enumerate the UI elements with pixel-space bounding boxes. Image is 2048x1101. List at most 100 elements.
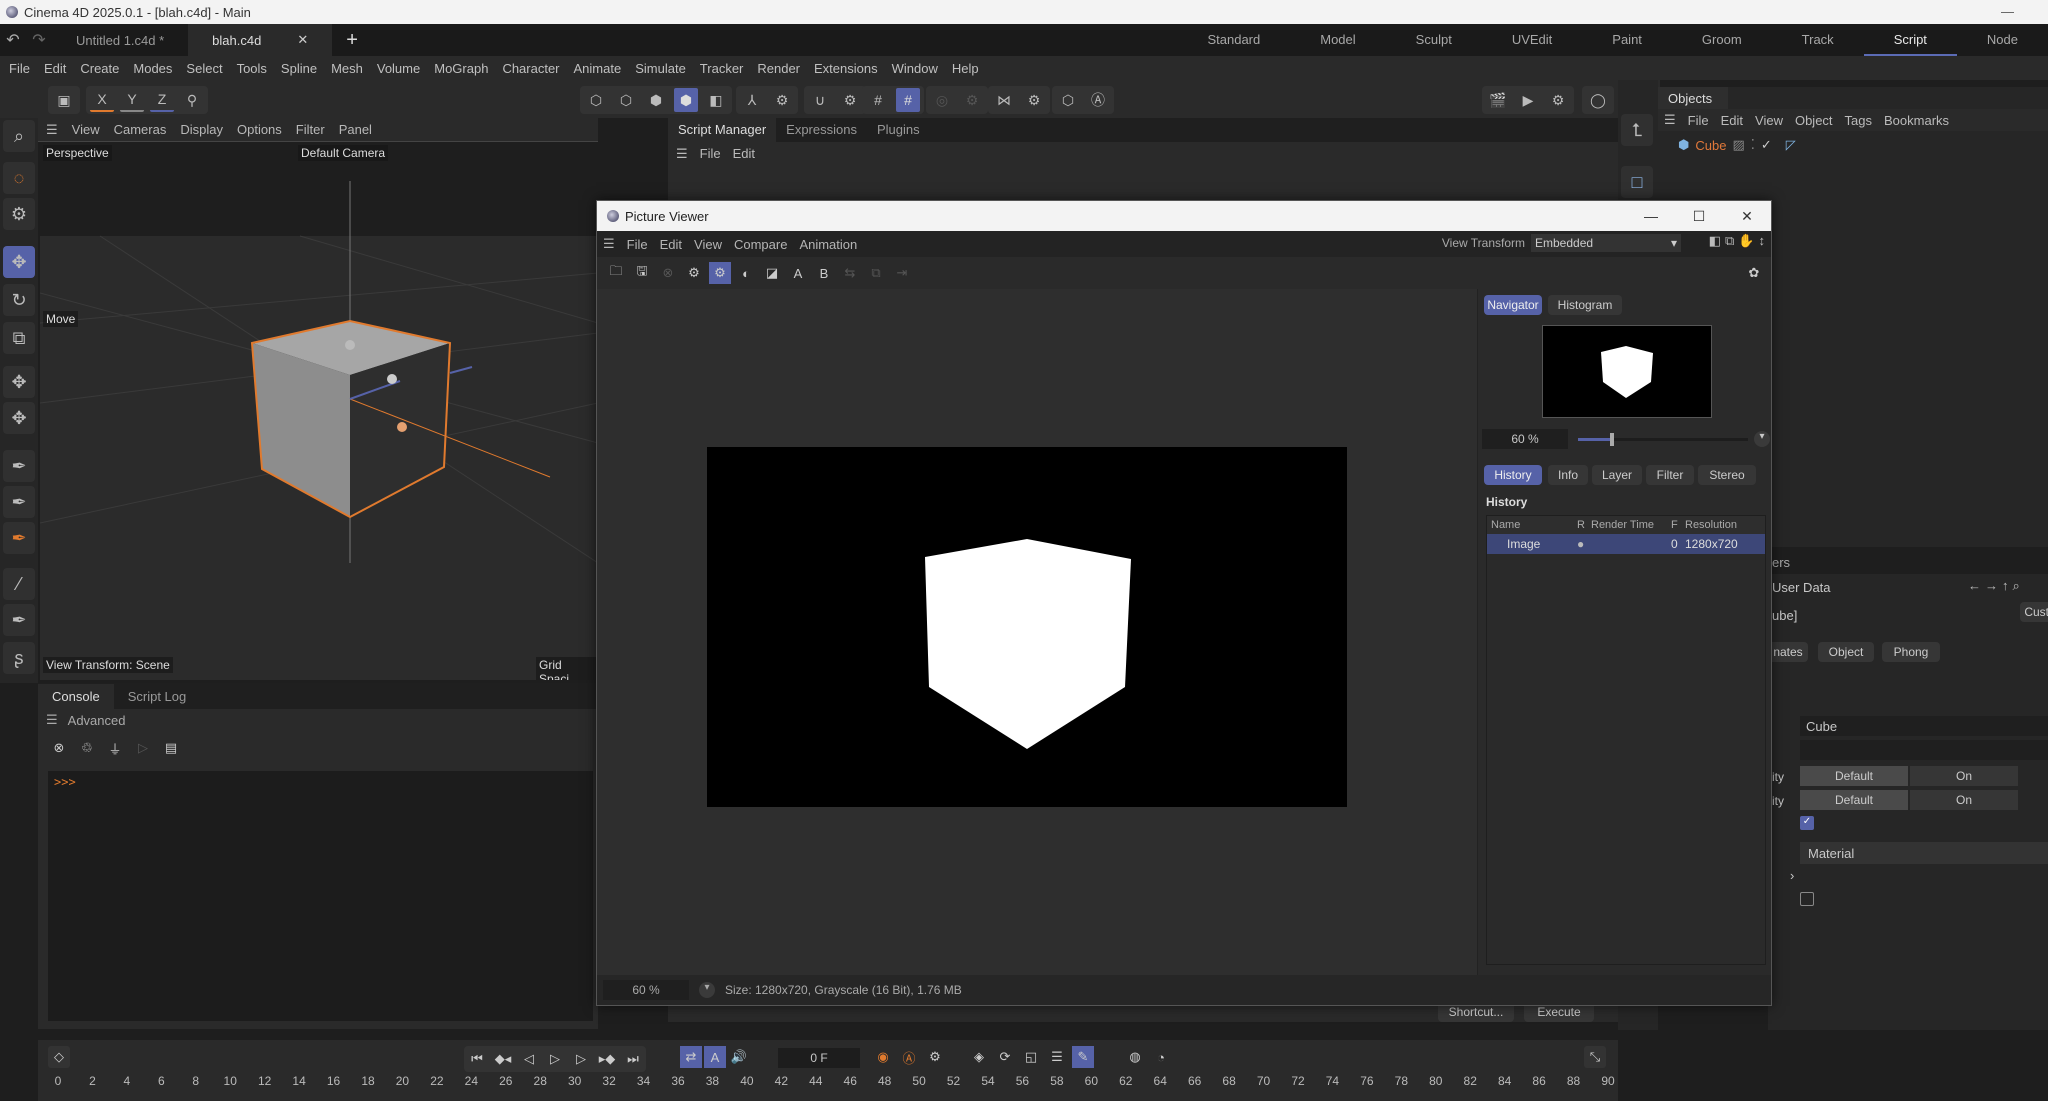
tab-plugins[interactable]: Plugins bbox=[867, 118, 930, 142]
compare-icon[interactable]: ◪ bbox=[761, 262, 783, 284]
document-icon[interactable]: ▤ bbox=[160, 737, 182, 759]
menu-select[interactable]: Select bbox=[186, 61, 222, 76]
obj-menu-object[interactable]: Object bbox=[1795, 113, 1833, 128]
layout-tab-node[interactable]: Node bbox=[1957, 24, 2048, 56]
key-settings-icon[interactable]: ⚙ bbox=[924, 1046, 946, 1068]
col-f[interactable]: F bbox=[1671, 519, 1685, 531]
selection-settings-icon[interactable]: ⚙ bbox=[3, 198, 35, 230]
tab-phong[interactable]: Phong bbox=[1882, 642, 1940, 662]
gear-icon[interactable]: ⚙ bbox=[838, 88, 862, 112]
play-icon[interactable]: ▷ bbox=[544, 1048, 566, 1070]
obj-menu-edit[interactable]: Edit bbox=[1721, 113, 1743, 128]
enabled-check-icon[interactable]: ✓ bbox=[1761, 137, 1772, 153]
doc-tab-blah[interactable]: blah.c4d ✕ bbox=[188, 24, 333, 56]
vp-menu-options[interactable]: Options bbox=[237, 122, 282, 137]
scale-key-icon[interactable]: ◱ bbox=[1020, 1046, 1042, 1068]
layout-tab-track[interactable]: Track bbox=[1772, 24, 1864, 56]
col-name[interactable]: Name bbox=[1487, 519, 1577, 531]
tab-navigator[interactable]: Navigator bbox=[1484, 295, 1542, 315]
menu-hamburger-icon[interactable]: ☰ bbox=[1664, 112, 1676, 128]
next-frame-icon[interactable]: ▷ bbox=[570, 1048, 592, 1070]
pv-image-area[interactable] bbox=[597, 289, 1477, 975]
maximize-button[interactable]: ☐ bbox=[1675, 201, 1723, 231]
layout-tab-sculpt[interactable]: Sculpt bbox=[1386, 24, 1482, 56]
tab-objects[interactable]: Objects bbox=[1658, 87, 1728, 109]
menu-simulate[interactable]: Simulate bbox=[635, 61, 686, 76]
motion-settings-icon[interactable]: ◔ bbox=[1150, 1046, 1172, 1068]
obj-menu-view[interactable]: View bbox=[1755, 113, 1783, 128]
expand-chevron-icon[interactable]: › bbox=[1790, 868, 1794, 883]
camera-name[interactable]: Default Camera bbox=[298, 145, 389, 161]
layout-icon[interactable]: ◧ bbox=[1709, 233, 1721, 249]
close-button[interactable]: ✕ bbox=[1723, 201, 1771, 231]
model-mode-icon[interactable]: ⬢ bbox=[674, 88, 698, 112]
tab-object[interactable]: Object bbox=[1818, 642, 1874, 662]
option-checkbox[interactable] bbox=[1800, 892, 1814, 906]
detach-icon[interactable]: ⧉ bbox=[1725, 233, 1734, 249]
gear-icon[interactable]: ⚙ bbox=[770, 88, 794, 112]
custom-button[interactable]: Custo bbox=[2020, 602, 2048, 622]
spline-point-pen-icon[interactable]: ✒ bbox=[3, 486, 35, 518]
grid-icon[interactable]: # bbox=[866, 88, 890, 112]
scale-tool-icon[interactable]: ⧉ bbox=[3, 322, 35, 354]
gear-icon[interactable]: ⚙ bbox=[960, 88, 984, 112]
tab-filter[interactable]: Filter bbox=[1646, 465, 1694, 485]
previous-key-icon[interactable]: ◆◂ bbox=[492, 1048, 514, 1070]
object-mode-icon[interactable]: ◧ bbox=[704, 88, 728, 112]
loop-icon[interactable]: ⇄ bbox=[680, 1046, 702, 1068]
3d-viewport[interactable]: Perspective Default Camera Move View Tra… bbox=[40, 143, 598, 680]
default-option[interactable]: Default bbox=[1800, 790, 1908, 810]
multi-transform-icon[interactable]: ✥ bbox=[3, 402, 35, 434]
tab-console[interactable]: Console bbox=[38, 684, 114, 709]
obj-menu-file[interactable]: File bbox=[1688, 113, 1709, 128]
spline-smooth-icon[interactable]: ʂ bbox=[3, 642, 35, 674]
obj-menu-bookmarks[interactable]: Bookmarks bbox=[1884, 113, 1949, 128]
navigator-thumbnail[interactable] bbox=[1542, 325, 1712, 418]
redshift-icon[interactable]: ◯ bbox=[1586, 88, 1610, 112]
set-a-icon[interactable]: A bbox=[787, 262, 809, 284]
edges-mode-icon[interactable]: ⬡ bbox=[614, 88, 638, 112]
on-option[interactable]: On bbox=[1910, 766, 2018, 786]
layer-icon[interactable]: ▨ bbox=[1732, 137, 1744, 153]
render-to-picture-viewer-icon[interactable]: ▶ bbox=[1516, 88, 1540, 112]
undo-icon[interactable]: ↶ bbox=[0, 30, 26, 50]
render-settings-icon[interactable]: ⚙ bbox=[1546, 88, 1570, 112]
autokey-icon[interactable]: Ⓐ bbox=[898, 1046, 920, 1068]
navigator-zoom-field[interactable]: 60 % bbox=[1482, 429, 1568, 449]
tab-histogram[interactable]: Histogram bbox=[1548, 295, 1622, 315]
render-view-icon[interactable]: 🎬 bbox=[1486, 88, 1510, 112]
transform-tool-icon[interactable]: ✥ bbox=[3, 366, 35, 398]
move-tool-icon[interactable]: ✥ bbox=[3, 246, 35, 278]
previous-frame-icon[interactable]: ◁ bbox=[518, 1048, 540, 1070]
copy-icon[interactable]: ⧉ bbox=[865, 262, 887, 284]
layout-tab-paint[interactable]: Paint bbox=[1582, 24, 1672, 56]
tab-script-log[interactable]: Script Log bbox=[114, 684, 201, 709]
menu-file[interactable]: File bbox=[9, 61, 30, 76]
tab-layer[interactable]: Layer bbox=[1592, 465, 1642, 485]
tab-stereo[interactable]: Stereo bbox=[1698, 465, 1756, 485]
close-tab-icon[interactable]: ✕ bbox=[297, 32, 308, 48]
z-axis-toggle[interactable]: Z bbox=[150, 88, 174, 112]
enabled-checkbox[interactable]: ✓ bbox=[1800, 816, 1814, 830]
col-r[interactable]: R bbox=[1577, 519, 1591, 531]
y-axis-toggle[interactable]: Y bbox=[120, 88, 144, 112]
tab-info[interactable]: Info bbox=[1548, 465, 1588, 485]
archive-icon[interactable]: ▣ bbox=[52, 88, 76, 112]
new-tab-button[interactable]: + bbox=[346, 29, 358, 52]
view-name[interactable]: Perspective bbox=[43, 145, 112, 161]
console-mode[interactable]: Advanced bbox=[68, 713, 126, 728]
go-to-end-icon[interactable]: ⏭ bbox=[622, 1048, 644, 1070]
pv-menu-view[interactable]: View bbox=[694, 237, 722, 252]
nav-arrows-icon[interactable]: ←→↑⌕ bbox=[1968, 578, 2024, 594]
auto-icon[interactable]: Ⓐ bbox=[1086, 88, 1110, 112]
timeline-ruler[interactable]: 0 2 4 6 8 10 12 14 16 18 20 22 24 26 28 30 32 34 36 38 40 42 4… bbox=[55, 1074, 1615, 1094]
snap-magnet-icon[interactable]: ∪ bbox=[808, 88, 832, 112]
grid-lock-icon[interactable]: # bbox=[896, 88, 920, 112]
polygons-mode-icon[interactable]: ⬢ bbox=[644, 88, 668, 112]
clear-icon[interactable]: ⊗ bbox=[48, 737, 70, 759]
stop-render-icon[interactable]: ⊗ bbox=[657, 262, 679, 284]
open-folder-icon[interactable]: 🗀 bbox=[605, 262, 627, 284]
contrast-icon[interactable]: ◐ bbox=[735, 262, 757, 284]
vp-menu-panel[interactable]: Panel bbox=[339, 122, 372, 137]
pv-menu-edit[interactable]: Edit bbox=[660, 237, 682, 252]
